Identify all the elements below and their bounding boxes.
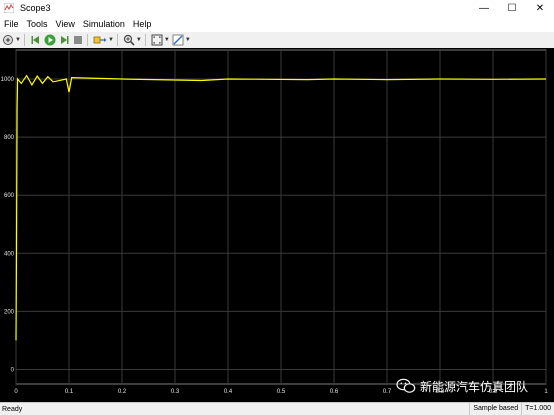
x-tick-label: 0.7 bbox=[383, 389, 392, 395]
highlight-block-button[interactable]: ▼ bbox=[93, 33, 114, 47]
style-icon bbox=[172, 34, 184, 46]
y-tick-label: 1000 bbox=[1, 77, 15, 83]
minimize-button[interactable]: — bbox=[470, 0, 498, 16]
close-button[interactable]: ✕ bbox=[526, 0, 554, 16]
y-tick-label: 400 bbox=[4, 251, 15, 257]
x-tick-label: 1 bbox=[544, 389, 548, 395]
step-back-icon bbox=[31, 36, 39, 44]
menu-tools[interactable]: Tools bbox=[23, 19, 52, 29]
fit-axes-icon bbox=[151, 34, 163, 46]
y-tick-labels: 0 200 400 600 800 1000 bbox=[1, 77, 15, 373]
settings-button[interactable]: ▼ bbox=[2, 33, 21, 47]
menu-view[interactable]: View bbox=[52, 19, 79, 29]
x-tick-label: 0.3 bbox=[171, 389, 180, 395]
watermark: 新能源汽车仿真团队 bbox=[396, 376, 528, 396]
step-forward-button[interactable] bbox=[58, 33, 70, 47]
chevron-down-icon: ▼ bbox=[15, 37, 21, 43]
toolbar: ▼ ▼ ▼ ▼ ▼ bbox=[0, 32, 554, 49]
menu-file[interactable]: File bbox=[0, 19, 23, 29]
watermark-text: 新能源汽车仿真团队 bbox=[420, 379, 529, 394]
y-tick-label: 200 bbox=[4, 309, 15, 315]
menu-simulation[interactable]: Simulation bbox=[79, 19, 129, 29]
x-tick-label: 0.6 bbox=[330, 389, 339, 395]
title-bar: Scope3 — ☐ ✕ bbox=[0, 0, 554, 16]
menu-help[interactable]: Help bbox=[129, 19, 156, 29]
y-tick-label: 600 bbox=[4, 193, 15, 199]
status-bar: Ready Sample based T=1.000 bbox=[0, 402, 554, 415]
run-icon bbox=[44, 34, 56, 46]
step-forward-icon bbox=[60, 36, 69, 44]
style-button[interactable]: ▼ bbox=[172, 33, 191, 47]
toolbar-separator bbox=[23, 34, 25, 46]
scope-chart[interactable]: 0 0.1 0.2 0.3 0.4 0.5 0.6 0.7 0.8 0.9 1 0200400600… bbox=[0, 48, 554, 402]
toolbar-separator bbox=[144, 34, 146, 46]
sim-time: T=1.000 bbox=[521, 403, 554, 415]
scope-app-icon bbox=[4, 3, 14, 13]
status-text: Ready bbox=[2, 405, 23, 413]
settings-icon bbox=[3, 35, 13, 45]
x-tick-label: 0.4 bbox=[224, 389, 233, 395]
x-tick-label: 0.5 bbox=[277, 389, 286, 395]
zoom-icon bbox=[123, 34, 135, 46]
step-back-button[interactable] bbox=[30, 33, 42, 47]
toolbar-separator bbox=[86, 34, 88, 46]
fit-axes-button[interactable]: ▼ bbox=[151, 33, 170, 47]
window-controls: — ☐ ✕ bbox=[470, 0, 554, 16]
x-tick-label: 0.2 bbox=[118, 389, 127, 395]
menu-bar: File Tools View Simulation Help bbox=[0, 16, 554, 32]
window-title: Scope3 bbox=[20, 3, 51, 13]
chevron-down-icon: ▼ bbox=[184, 37, 191, 43]
highlight-block-icon bbox=[93, 36, 107, 44]
grid-lines bbox=[15, 50, 547, 384]
x-tick-label: 0.1 bbox=[65, 389, 74, 395]
scope-plot-area[interactable]: 0 0.1 0.2 0.3 0.4 0.5 0.6 0.7 0.8 0.9 1 0 200 400 600… bbox=[0, 48, 554, 402]
wechat-icon bbox=[396, 378, 416, 393]
chevron-down-icon: ▼ bbox=[135, 37, 142, 43]
x-tick-label: 0 bbox=[14, 389, 18, 395]
stop-icon bbox=[73, 36, 82, 44]
maximize-button[interactable]: ☐ bbox=[498, 0, 526, 16]
stop-button[interactable] bbox=[72, 33, 84, 47]
run-button[interactable] bbox=[44, 33, 56, 47]
y-tick-label: 800 bbox=[4, 135, 15, 141]
chevron-down-icon: ▼ bbox=[163, 37, 170, 43]
chevron-down-icon: ▼ bbox=[107, 37, 114, 43]
sample-mode: Sample based bbox=[469, 403, 521, 415]
y-tick-label: 0 bbox=[11, 367, 15, 373]
zoom-button[interactable]: ▼ bbox=[123, 33, 142, 47]
toolbar-separator bbox=[116, 34, 118, 46]
